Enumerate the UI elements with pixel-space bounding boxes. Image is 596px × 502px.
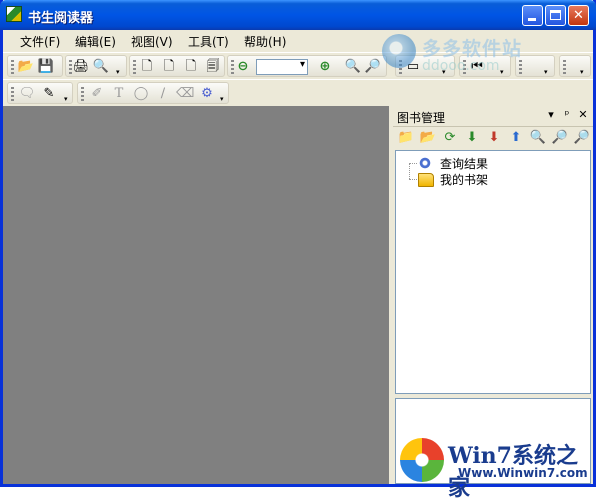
toolbar-grip[interactable] (81, 87, 84, 101)
toolbar-options-icon[interactable]: ▾ (64, 96, 70, 103)
tree-line (409, 179, 417, 180)
find-icon[interactable]: 🔍 (92, 58, 110, 75)
new-folder-icon[interactable]: 📁 (397, 129, 415, 147)
ddooo-logo-icon (382, 34, 416, 68)
single-page-icon[interactable]: 🗋 (138, 58, 156, 75)
menu-tools[interactable]: 工具(T) (188, 33, 229, 50)
continuous-page-icon[interactable]: 🗋 (160, 58, 178, 75)
panel-toolbar: 📁 📂 ⟳ ⬇ ⬇ ⬆ 🔍 🔎 🔎 (393, 127, 593, 149)
tree-node-search-results[interactable]: 查询结果 (418, 155, 490, 171)
close-button[interactable]: ✕ (568, 5, 589, 26)
pin-icon[interactable]: ᵖ (561, 108, 573, 122)
maximize-icon (546, 6, 565, 25)
tree-node-label: 我的书架 (438, 171, 491, 188)
settings-gear-icon[interactable]: ⚙ (198, 85, 216, 102)
open-folder-icon[interactable]: 📂 (419, 129, 437, 147)
panel-title: 图书管理 (397, 111, 446, 125)
maximize-button[interactable] (545, 5, 566, 26)
file-toolbar: 📂 💾 (7, 55, 63, 77)
import-icon[interactable]: ⬇ (463, 129, 481, 147)
advanced-search-icon[interactable]: 🔎 (551, 129, 569, 147)
panel-header: 图书管理 ▾ ᵖ ✕ (393, 106, 593, 127)
library-panel: 图书管理 ▾ ᵖ ✕ 📁 📂 ⟳ ⬇ ⬇ ⬆ 🔍 🔎 🔎 查询结果 我的书架 (393, 106, 593, 484)
watermark-winwin7: Win7系统之家 Www.Winwin7.com (398, 434, 594, 501)
tree-node-label: 查询结果 (440, 156, 489, 171)
windows-flag-icon (400, 438, 444, 482)
minimize-icon (523, 6, 542, 25)
library-tree[interactable]: 查询结果 我的书架 (395, 150, 591, 394)
zoom-in-icon[interactable]: 🔍 (344, 58, 362, 75)
highlight-pen-icon[interactable]: ✎ (40, 85, 58, 102)
properties-icon[interactable]: 🔎 (573, 129, 591, 147)
toolbar-options-icon[interactable]: ▾ (220, 96, 226, 103)
comment-icon[interactable]: 🗨 (18, 85, 36, 102)
line-tool-icon[interactable]: ∕ (154, 85, 172, 102)
pencil-icon[interactable]: ✐ (88, 85, 106, 102)
book-view-icon[interactable]: 🗐 (204, 58, 222, 75)
menu-file[interactable]: 文件(F) (20, 33, 60, 50)
zoom-select[interactable] (256, 59, 308, 75)
watermark-ddooo: 多多软件站 ddooo.com (376, 30, 556, 82)
window-title: 书生阅读器 (28, 11, 94, 26)
toolbar-grip[interactable] (133, 60, 136, 74)
folder-icon (418, 172, 434, 187)
extra-toolbar-2: ▾ (559, 55, 591, 77)
toolbar-options-icon[interactable]: ▾ (116, 69, 122, 76)
watermark-url: Www.Winwin7.com (458, 466, 588, 480)
toolbar-grip[interactable] (11, 87, 14, 101)
panel-close-icon[interactable]: ✕ (577, 108, 589, 122)
open-folder-icon[interactable]: 📂 (17, 58, 35, 75)
save-icon[interactable]: 💾 (37, 58, 55, 75)
document-view[interactable] (3, 106, 389, 484)
watermark-name: 多多软件站 (422, 38, 523, 60)
app-icon[interactable] (6, 6, 22, 22)
text-tool-icon[interactable]: T (110, 85, 128, 102)
menu-view[interactable]: 视图(V) (131, 33, 173, 50)
tree-node-my-bookshelf[interactable]: 我的书架 (418, 171, 491, 188)
annotation-toolbar-row: 🗨 ✎ ▾ ✐ T ◯ ∕ ⌫ ⚙ ▾ (3, 79, 593, 107)
ellipse-tool-icon[interactable]: ◯ (132, 85, 150, 102)
search-icon[interactable]: 🔍 (529, 129, 547, 147)
menu-help[interactable]: 帮助(H) (244, 33, 286, 50)
menu-edit[interactable]: 编辑(E) (75, 33, 116, 50)
facing-page-icon[interactable]: 🗋 (182, 58, 200, 75)
eraser-tool-icon[interactable]: ⌫ (176, 85, 194, 102)
zoom-in-circle-icon[interactable]: ⊕ (316, 58, 334, 75)
zoom-out-circle-icon[interactable]: ⊖ (234, 58, 252, 75)
drawing-toolbar: ✐ T ◯ ∕ ⌫ ⚙ ▾ (77, 82, 229, 104)
tree-line (409, 163, 417, 164)
tree-line (409, 163, 410, 179)
toolbar-grip[interactable] (11, 60, 14, 74)
page-view-toolbar: 🗋 🗋 🗋 🗐 (129, 55, 225, 77)
zoom-toolbar: ⊖ ⊕ 🔍 🔎 (227, 55, 387, 77)
refresh-icon[interactable]: ⟳ (441, 129, 459, 147)
comment-toolbar: 🗨 ✎ ▾ (7, 82, 73, 104)
minimize-button[interactable] (522, 5, 543, 26)
print-icon[interactable]: 🖨 (72, 58, 90, 75)
toolbar-grip[interactable] (563, 60, 566, 74)
title-bar[interactable]: 书生阅读器 ✕ (0, 0, 596, 30)
print-toolbar: 🖨 🔍 ▾ (65, 55, 127, 77)
close-icon: ✕ (573, 8, 584, 23)
search-result-icon (418, 156, 434, 171)
watermark-url: ddooo.com (422, 58, 500, 74)
toolbar-options-icon[interactable]: ▾ (580, 69, 586, 76)
download-icon[interactable]: ⬇ (485, 129, 503, 147)
panel-menu-icon[interactable]: ▾ (545, 108, 557, 122)
upload-icon[interactable]: ⬆ (507, 129, 525, 147)
